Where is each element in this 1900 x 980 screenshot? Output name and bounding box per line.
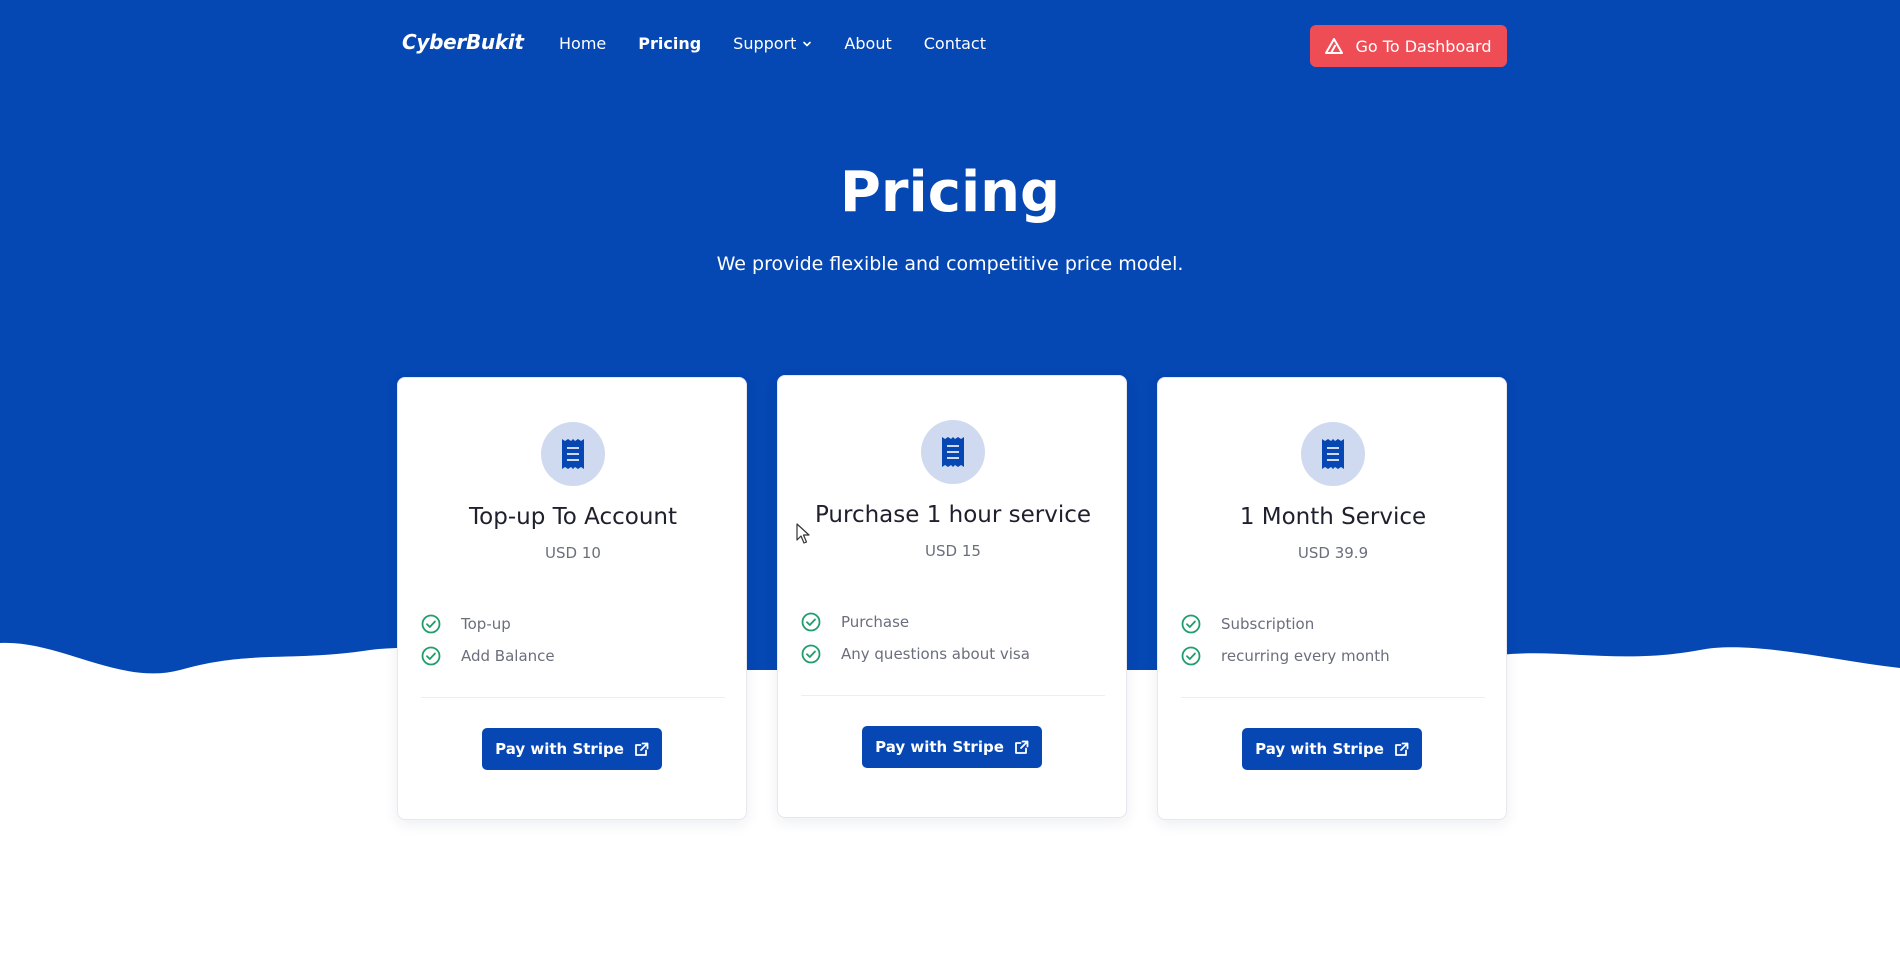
nav-support-label: Support (733, 34, 797, 53)
check-circle-icon (801, 612, 821, 632)
check-circle-icon (421, 646, 441, 666)
nav-pricing[interactable]: Pricing (638, 34, 701, 53)
triangle-logo-icon (1325, 38, 1344, 54)
plan-title: 1 Month Service (1239, 504, 1427, 530)
plan-card-monthly: 1 Month Service USD 39.9 Subscription re… (1157, 377, 1507, 820)
receipt-icon (1322, 439, 1344, 469)
pay-button-label: Pay with Stripe (875, 738, 1004, 756)
page-title: Pricing (839, 160, 1061, 225)
mouse-cursor-icon (796, 523, 810, 544)
feature-label: Purchase (841, 613, 910, 631)
plan-price: USD 10 (545, 544, 601, 562)
plan-icon-wrap (921, 420, 985, 484)
receipt-icon (562, 439, 584, 469)
plan-card-topup: Top-up To Account USD 10 Top-up Add Bala… (397, 377, 747, 820)
feature-label: Top-up (461, 615, 511, 633)
nav-home[interactable]: Home (559, 34, 606, 53)
plan-icon-wrap (1301, 422, 1365, 486)
plan-price: USD 39.9 (1297, 544, 1369, 562)
pay-button-label: Pay with Stripe (1255, 740, 1384, 758)
check-circle-icon (421, 614, 441, 634)
check-circle-icon (1181, 614, 1201, 634)
page-subtitle: We provide flexible and competitive pric… (716, 253, 1184, 275)
plan-card-hourly: Purchase 1 hour service USD 15 Purchase … (777, 375, 1127, 818)
feature-label: Any questions about visa (841, 645, 1030, 663)
card-divider (1181, 697, 1485, 698)
check-circle-icon (801, 644, 821, 664)
feature-item: Subscription (1181, 608, 1390, 640)
feature-item: Purchase (801, 606, 1030, 638)
nav-contact[interactable]: Contact (924, 34, 986, 53)
feature-item: Any questions about visa (801, 638, 1030, 670)
go-to-dashboard-button[interactable]: Go To Dashboard (1310, 25, 1507, 67)
plan-title: Top-up To Account (469, 504, 677, 530)
external-link-icon (1014, 740, 1029, 754)
feature-label: recurring every month (1221, 647, 1390, 665)
nav-pricing-label: Pricing (638, 34, 702, 53)
card-divider (801, 695, 1105, 696)
feature-label: Add Balance (461, 647, 555, 665)
nav-home-label: Home (559, 34, 607, 53)
chevron-down-icon (803, 41, 812, 46)
navbar: CyberBukit Home Pricing Support About Co… (0, 0, 1900, 92)
external-link-icon (634, 742, 649, 756)
receipt-icon (942, 437, 964, 467)
pay-with-stripe-button[interactable]: Pay with Stripe (1242, 728, 1422, 770)
feature-label: Subscription (1221, 615, 1315, 633)
go-to-dashboard-label: Go To Dashboard (1355, 36, 1492, 56)
pay-button-label: Pay with Stripe (495, 740, 624, 758)
plan-features: Top-up Add Balance (421, 608, 555, 672)
plan-features: Subscription recurring every month (1181, 608, 1390, 672)
brand-logo[interactable]: CyberBukit (402, 30, 524, 54)
plan-price: USD 15 (925, 542, 981, 560)
nav-contact-label: Contact (923, 34, 986, 53)
feature-item: Top-up (421, 608, 555, 640)
check-circle-icon (1181, 646, 1201, 666)
plan-features: Purchase Any questions about visa (801, 606, 1030, 670)
feature-item: Add Balance (421, 640, 555, 672)
pay-with-stripe-button[interactable]: Pay with Stripe (862, 726, 1042, 768)
nav-about-label: About (844, 34, 892, 53)
external-link-icon (1394, 742, 1409, 756)
nav-about[interactable]: About (844, 34, 891, 53)
feature-item: recurring every month (1181, 640, 1390, 672)
card-divider (421, 697, 725, 698)
nav-links: Home Pricing Support About Contact (559, 34, 1018, 53)
pricing-page: CyberBukit Home Pricing Support About Co… (0, 0, 1900, 980)
plan-icon-wrap (541, 422, 605, 486)
pay-with-stripe-button[interactable]: Pay with Stripe (482, 728, 662, 770)
nav-support[interactable]: Support (733, 34, 812, 53)
plan-title: Purchase 1 hour service (814, 502, 1092, 528)
